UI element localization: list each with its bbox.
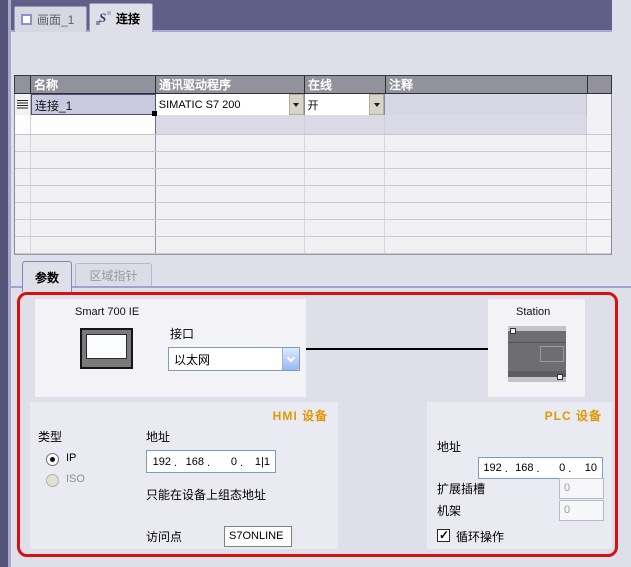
table-empty-row	[15, 152, 611, 169]
column-header-comment[interactable]: 注释	[386, 76, 588, 94]
screen-icon	[21, 14, 32, 25]
cyclic-operation-checkbox[interactable]	[437, 529, 450, 542]
column-header-driver[interactable]: 通讯驱动程序	[156, 76, 305, 94]
table-row: 连接_1 SIMATIC S7 200 开	[15, 94, 611, 115]
ip-octet: 1|1	[246, 456, 275, 468]
type-label: 类型	[38, 428, 62, 445]
connection-icon: S	[96, 10, 111, 26]
ip-octet: 0	[543, 462, 575, 474]
table-empty-row	[15, 220, 611, 237]
tab-connections-label: 连接	[116, 10, 140, 27]
connections-editor-window: 画面_1 S 连接 名称 通讯驱动程序 在线 注释 连接_1	[0, 0, 631, 567]
tab-screen-1-label: 画面_1	[37, 11, 74, 28]
column-header-online[interactable]: 在线	[305, 76, 386, 94]
table-empty-row	[15, 203, 611, 220]
radio-ip[interactable]	[46, 453, 59, 466]
table-empty-row	[15, 237, 611, 254]
comment-cell[interactable]	[385, 94, 587, 115]
plc-ip-address-field[interactable]: 192 168 0 10	[478, 457, 603, 479]
table-empty-row	[15, 169, 611, 186]
online-dropdown[interactable]: 开	[305, 94, 386, 115]
rack-label: 机架	[437, 502, 461, 519]
left-edge-strip	[0, 0, 8, 567]
row-selector-header	[15, 76, 31, 94]
ip-octet: 192	[479, 462, 511, 474]
hmi-address-label: 地址	[146, 428, 170, 445]
ip-octet: 192	[147, 456, 180, 468]
rack-field: 0	[559, 500, 604, 521]
address-note: 只能在设备上组态地址	[146, 486, 266, 503]
connection-line	[306, 348, 488, 350]
interface-value: 以太网	[174, 351, 210, 368]
ip-octet: 168	[511, 462, 543, 474]
cyclic-operation-label: 循环操作	[456, 528, 504, 545]
interface-dropdown[interactable]: 以太网	[168, 347, 300, 371]
station-label: Station	[516, 306, 550, 318]
hmi-device-name: Smart 700 IE	[75, 306, 139, 318]
hmi-device-box: Smart 700 IE 接口 以太网	[35, 299, 306, 397]
table-empty-row	[15, 135, 611, 152]
hmi-section-title: HMI 设备	[273, 407, 328, 424]
radio-iso	[46, 474, 59, 487]
plc-device-image	[508, 326, 566, 382]
table-new-row[interactable]	[15, 115, 611, 135]
interface-label: 接口	[170, 325, 194, 342]
column-header-name[interactable]: 名称	[31, 76, 156, 94]
dropdown-arrow-icon[interactable]	[289, 94, 304, 115]
ip-octet: 0	[213, 456, 246, 468]
chevron-down-icon[interactable]	[282, 348, 299, 370]
bottom-tab-baseline	[11, 286, 631, 288]
hmi-ip-address-field[interactable]: 192 168 0 1|1	[146, 450, 276, 473]
hmi-settings-section: HMI 设备 类型 IP ISO 地址 192 168 0 1|1 只能在设备上…	[30, 402, 338, 549]
tab-parameters[interactable]: 参数	[22, 261, 72, 292]
tab-connections[interactable]: S 连接	[89, 3, 153, 32]
plc-section-title: PLC 设备	[545, 407, 602, 424]
plc-address-label: 地址	[437, 438, 461, 455]
tab-area-pointers-label: 区域指针	[89, 267, 137, 284]
extra-cell	[587, 94, 611, 115]
tab-screen-1[interactable]: 画面_1	[14, 6, 87, 32]
connection-name-cell[interactable]: 连接_1	[31, 94, 156, 115]
expansion-slot-field: 0	[559, 478, 604, 499]
table-empty-row	[15, 186, 611, 203]
plc-settings-section: PLC 设备 地址 192 168 0 10 扩展插槽 0 机架 0 循环操作	[427, 402, 612, 549]
plc-station-box: Station	[488, 299, 585, 397]
table-header-row: 名称 通讯驱动程序 在线 注释	[14, 75, 612, 94]
hmi-device-image	[80, 328, 133, 369]
tab-area-pointers[interactable]: 区域指针	[75, 263, 152, 286]
connections-table: 名称 通讯驱动程序 在线 注释 连接_1 SIMATIC S7 200	[14, 75, 612, 255]
column-header-extra	[588, 76, 612, 94]
tab-parameters-label: 参数	[35, 269, 59, 286]
radio-iso-label: ISO	[66, 473, 85, 485]
driver-dropdown[interactable]: SIMATIC S7 200	[156, 94, 305, 115]
left-edge-highlight	[8, 0, 11, 567]
access-point-field[interactable]: S7ONLINE	[224, 526, 292, 547]
ip-octet: 10	[574, 462, 602, 474]
expansion-slot-label: 扩展插槽	[437, 480, 485, 497]
ip-octet: 168	[180, 456, 213, 468]
row-marker-icon	[17, 100, 28, 110]
access-point-label: 访问点	[146, 528, 182, 545]
radio-ip-label: IP	[66, 452, 76, 464]
cell-resize-handle[interactable]	[152, 111, 157, 116]
dropdown-arrow-icon[interactable]	[369, 94, 384, 115]
row-selector-cell[interactable]	[15, 94, 31, 115]
